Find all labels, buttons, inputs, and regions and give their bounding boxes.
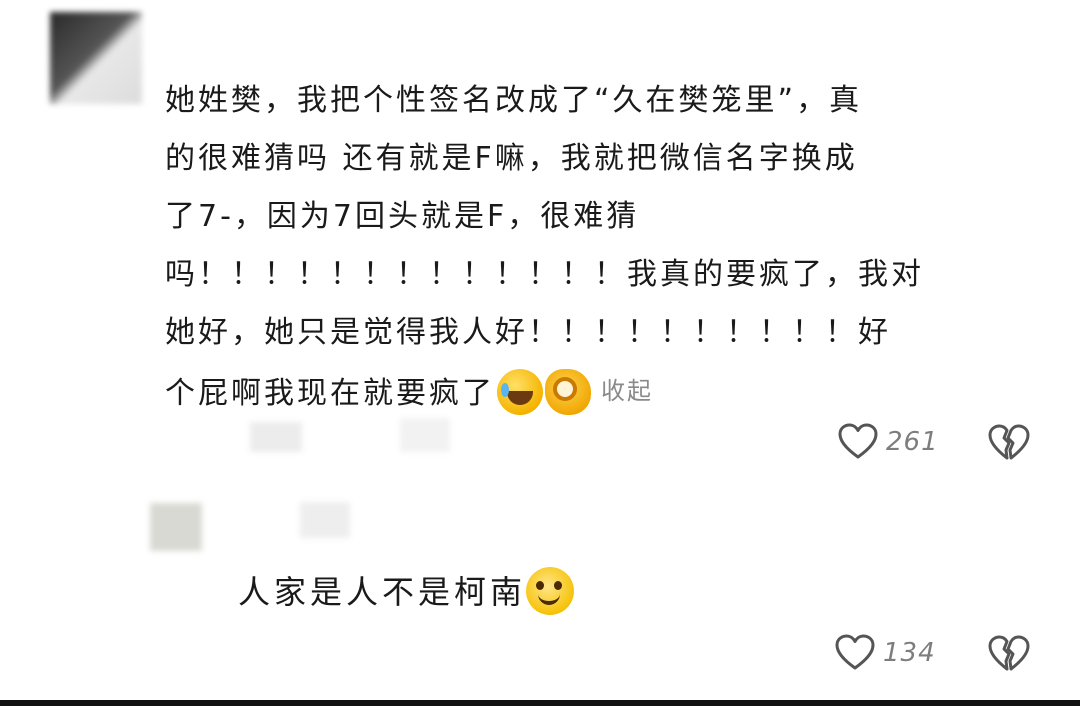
reply-text: 人家是人不是柯南	[238, 573, 527, 611]
replier-avatar[interactable]	[150, 503, 202, 551]
broken-heart-icon	[988, 635, 1030, 671]
reply-dislike-button[interactable]	[988, 634, 1030, 674]
comment-line: 吗！！！！！！！！！！！！！我真的要疯了，我对	[165, 257, 924, 292]
commenter-info-masked	[400, 418, 450, 452]
like-button[interactable]: 261	[838, 423, 939, 461]
reply-like-button[interactable]: 134	[835, 634, 936, 672]
like-count: 261	[886, 427, 939, 457]
comment-line: 她好，她只是觉得我人好！！！！！！！！！！好	[165, 315, 891, 350]
ok-hand-emoji	[545, 369, 591, 415]
heart-outline-icon	[838, 423, 878, 459]
dislike-button[interactable]	[988, 423, 1030, 463]
comment-last-line: 个屁啊我现在就要疯了 收起	[165, 362, 1045, 423]
comment-line: 她姓樊，我把个性签名改成了“久在樊笼里”，真	[165, 83, 863, 118]
smile-emoji	[526, 567, 575, 615]
commenter-info-masked	[250, 422, 302, 452]
reply-like-count: 134	[883, 638, 936, 668]
replier-info-masked	[300, 502, 350, 538]
reply-body: 人家是人不是柯南	[238, 566, 575, 618]
comment-line: 个屁啊我现在就要疯了	[165, 376, 495, 411]
comment-line: 了7-，因为7回头就是F，很难猜	[165, 199, 640, 234]
comment-body: 她姓樊，我把个性签名改成了“久在樊笼里”，真 的很难猜吗 还有就是F嘛，我就把微…	[165, 72, 1045, 423]
comment-line: 的很难猜吗 还有就是F嘛，我就把微信名字换成	[165, 141, 858, 176]
collapse-link[interactable]: 收起	[601, 377, 653, 405]
bottom-divider	[0, 700, 1080, 706]
broken-heart-icon	[988, 424, 1030, 460]
laugh-tears-emoji	[497, 369, 543, 415]
commenter-avatar[interactable]	[50, 12, 142, 104]
heart-outline-icon	[835, 634, 875, 670]
